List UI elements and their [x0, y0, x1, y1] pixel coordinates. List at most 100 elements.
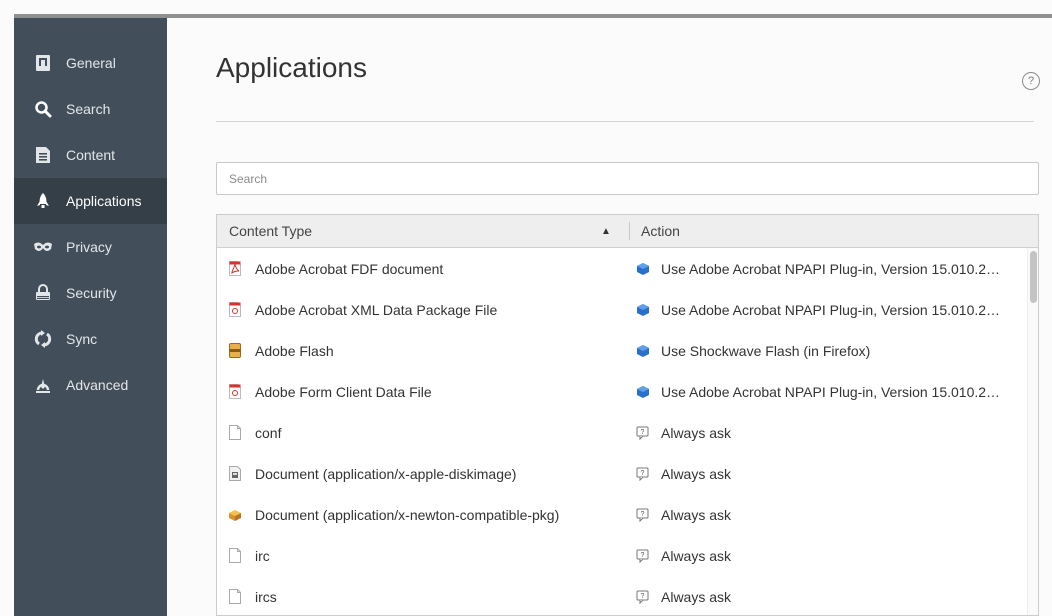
- action-label: Always ask: [661, 465, 732, 482]
- action-cell[interactable]: ? Always ask: [635, 576, 1025, 615]
- sidebar-item-label: Privacy: [66, 239, 112, 255]
- content-type-label: Adobe Acrobat FDF document: [255, 260, 444, 277]
- action-label: Use Shockwave Flash (in Firefox): [661, 342, 871, 359]
- privacy-icon: [32, 236, 54, 258]
- content-type-cell: Document (application/x-apple-diskimage): [227, 453, 622, 494]
- content-type-label: irc: [255, 547, 270, 564]
- svg-text:?: ?: [641, 429, 645, 436]
- plugin-icon: [635, 343, 651, 359]
- pdf-file-icon: [227, 302, 243, 318]
- column-header-action[interactable]: Action: [641, 215, 1031, 247]
- page-title: Applications: [216, 52, 367, 83]
- sidebar: General Search Content Applications Priv…: [14, 18, 167, 616]
- table-row[interactable]: Adobe Form Client Data File Use Adobe Ac…: [217, 371, 1025, 412]
- scrollbar-thumb[interactable]: [1030, 251, 1037, 303]
- column-header-content-type[interactable]: Content Type: [229, 215, 619, 247]
- blank-file-icon: [227, 425, 243, 441]
- action-cell[interactable]: Use Adobe Acrobat NPAPI Plug-in, Version…: [635, 289, 1025, 330]
- title-divider: [216, 121, 1034, 122]
- table-row[interactable]: Adobe Acrobat XML Data Package File Use …: [217, 289, 1025, 330]
- applications-icon: [32, 190, 54, 212]
- table-row[interactable]: Document (application/x-apple-diskimage)…: [217, 453, 1025, 494]
- ask-icon: ?: [635, 466, 651, 482]
- sync-icon: [32, 328, 54, 350]
- column-header-label: Content Type: [229, 223, 313, 239]
- content-type-label: Adobe Form Client Data File: [255, 383, 432, 400]
- content-type-cell: Document (application/x-newton-compatibl…: [227, 494, 622, 535]
- main-panel: Applications ? Content Type ▲ Action Ado…: [167, 18, 1052, 616]
- pdf-file-icon: [227, 384, 243, 400]
- content-type-label: Adobe Acrobat XML Data Package File: [255, 301, 498, 318]
- sidebar-item-content[interactable]: Content: [14, 132, 167, 178]
- svg-text:?: ?: [641, 552, 645, 559]
- sidebar-item-security[interactable]: Security: [14, 270, 167, 316]
- help-icon[interactable]: ?: [1022, 72, 1040, 90]
- svg-text:?: ?: [641, 511, 645, 518]
- action-cell[interactable]: Use Adobe Acrobat NPAPI Plug-in, Version…: [635, 248, 1025, 289]
- sidebar-item-label: General: [66, 55, 116, 71]
- sidebar-item-general[interactable]: General: [14, 40, 167, 86]
- ask-icon: ?: [635, 507, 651, 523]
- svg-text:?: ?: [641, 593, 645, 600]
- action-label: Use Adobe Acrobat NPAPI Plug-in, Version…: [661, 260, 1001, 277]
- pdf-file-icon: [227, 261, 243, 277]
- search-icon: [32, 98, 54, 120]
- sidebar-item-advanced[interactable]: Advanced: [14, 362, 167, 408]
- ask-icon: ?: [635, 548, 651, 564]
- sort-ascending-icon[interactable]: ▲: [601, 226, 611, 237]
- plugin-icon: [635, 384, 651, 400]
- table-row[interactable]: conf ? Always ask: [217, 412, 1025, 453]
- content-type-cell: ircs: [227, 576, 622, 615]
- content-type-cell: Adobe Acrobat FDF document: [227, 248, 622, 289]
- search-input[interactable]: [216, 162, 1039, 195]
- advanced-icon: [32, 374, 54, 396]
- plugin-icon: [635, 302, 651, 318]
- package-icon: [227, 507, 243, 523]
- content-type-label: Document (application/x-newton-compatibl…: [255, 506, 560, 523]
- table-row[interactable]: Adobe Acrobat FDF document Use Adobe Acr…: [217, 248, 1025, 289]
- table-header: Content Type ▲ Action: [217, 215, 1038, 248]
- column-divider: [629, 222, 630, 240]
- action-cell[interactable]: ? Always ask: [635, 453, 1025, 494]
- action-cell[interactable]: ? Always ask: [635, 412, 1025, 453]
- action-cell[interactable]: Use Shockwave Flash (in Firefox): [635, 330, 1025, 371]
- ask-icon: ?: [635, 589, 651, 605]
- sidebar-item-applications[interactable]: Applications: [14, 178, 167, 224]
- sidebar-item-search[interactable]: Search: [14, 86, 167, 132]
- column-header-label: Action: [641, 223, 680, 239]
- table-scrollbar[interactable]: [1027, 248, 1038, 615]
- applications-table: Content Type ▲ Action Adobe Acrobat FDF …: [216, 214, 1039, 616]
- action-label: Use Adobe Acrobat NPAPI Plug-in, Version…: [661, 301, 1001, 318]
- sidebar-item-privacy[interactable]: Privacy: [14, 224, 167, 270]
- table-row[interactable]: irc ? Always ask: [217, 535, 1025, 576]
- content-type-label: Adobe Flash: [255, 342, 334, 359]
- disk-image-icon: [227, 466, 243, 482]
- action-label: Always ask: [661, 588, 732, 605]
- general-icon: [32, 52, 54, 74]
- action-cell[interactable]: ? Always ask: [635, 535, 1025, 576]
- action-cell[interactable]: ? Always ask: [635, 494, 1025, 535]
- table-row[interactable]: Document (application/x-newton-compatibl…: [217, 494, 1025, 535]
- sidebar-item-label: Search: [66, 101, 111, 117]
- ask-icon: ?: [635, 425, 651, 441]
- table-row[interactable]: ircs ? Always ask: [217, 576, 1025, 615]
- sidebar-item-label: Applications: [66, 193, 142, 209]
- content-icon: [32, 144, 54, 166]
- window-top-bar: [0, 0, 1052, 18]
- svg-text:?: ?: [641, 470, 645, 477]
- content-type-label: conf: [255, 424, 282, 441]
- table-row[interactable]: Adobe Flash Use Shockwave Flash (in Fire…: [217, 330, 1025, 371]
- content-type-cell: Adobe Form Client Data File: [227, 371, 622, 412]
- action-label: Always ask: [661, 424, 732, 441]
- action-cell[interactable]: Use Adobe Acrobat NPAPI Plug-in, Version…: [635, 371, 1025, 412]
- security-icon: [32, 282, 54, 304]
- content-type-cell: Adobe Flash: [227, 330, 622, 371]
- sidebar-item-label: Advanced: [66, 377, 129, 393]
- action-label: Always ask: [661, 506, 732, 523]
- sidebar-item-sync[interactable]: Sync: [14, 316, 167, 362]
- sidebar-item-label: Content: [66, 147, 116, 163]
- content-type-cell: irc: [227, 535, 622, 576]
- action-label: Always ask: [661, 547, 732, 564]
- flash-file-icon: [227, 343, 243, 359]
- blank-file-icon: [227, 589, 243, 605]
